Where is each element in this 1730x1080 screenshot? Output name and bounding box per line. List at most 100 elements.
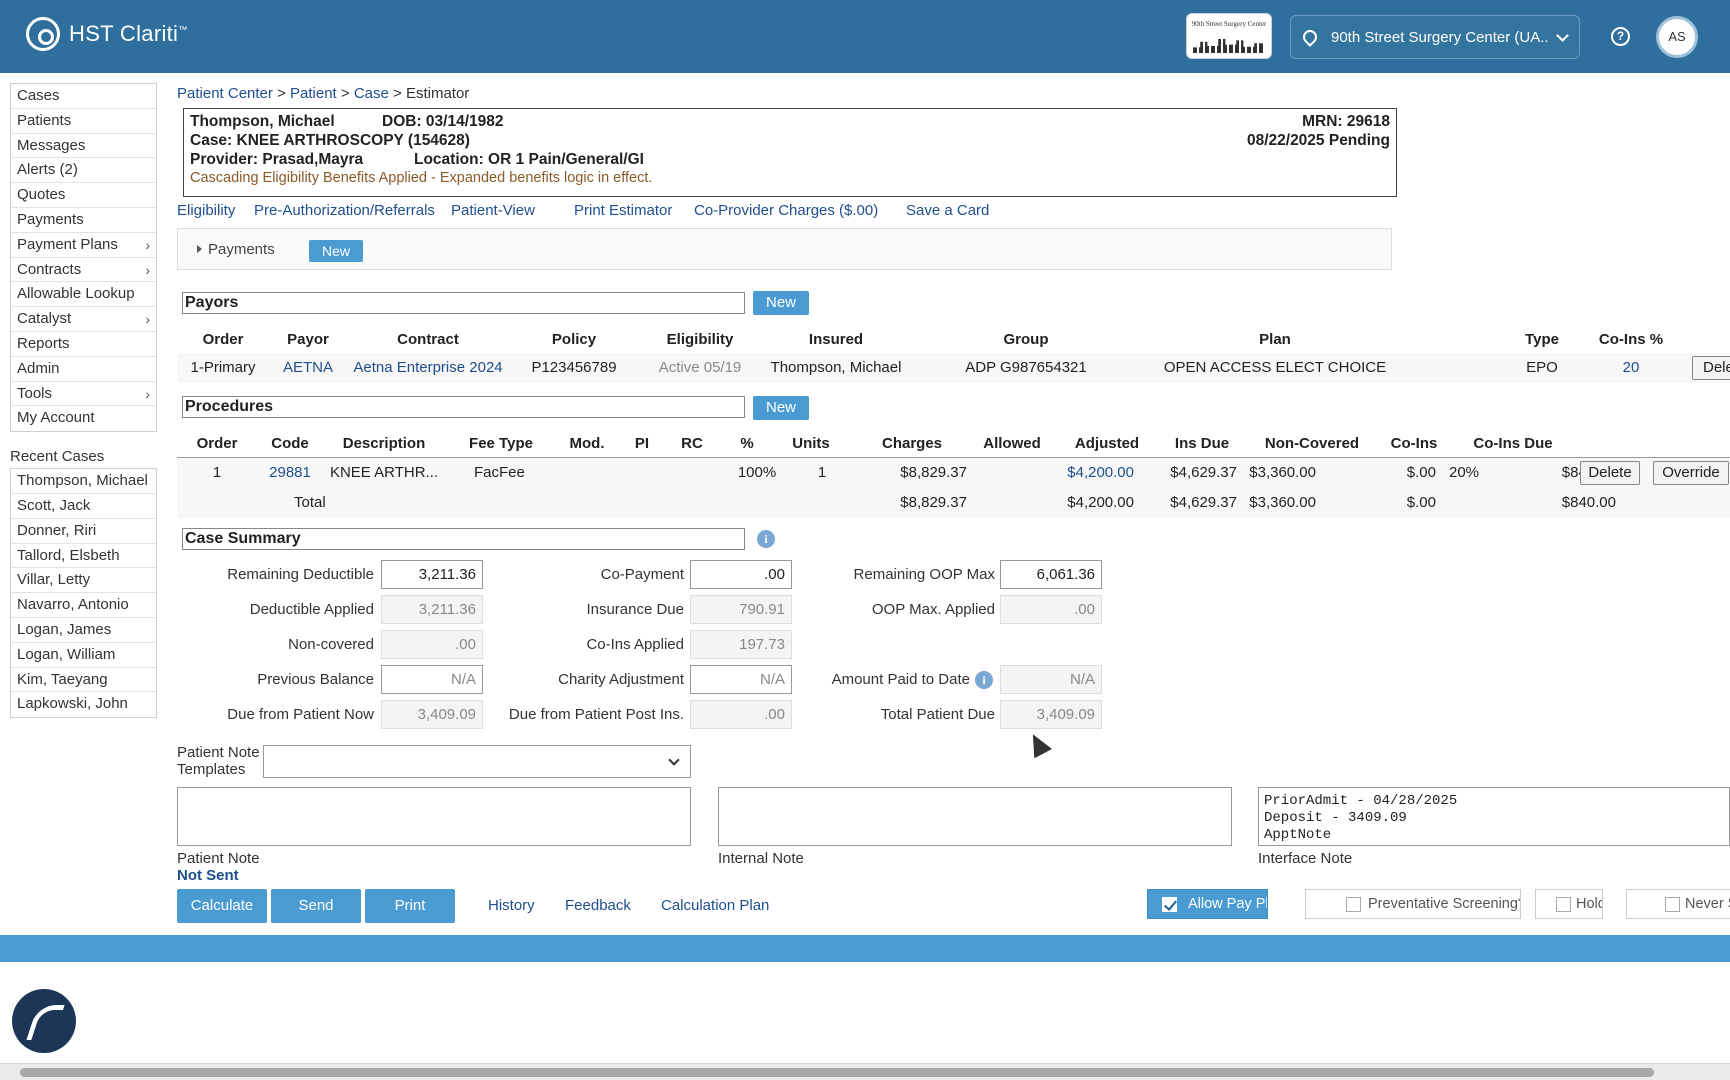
case-name: Case: KNEE ARTHROSCOPY (154628) [190,132,470,149]
case-date-status: 08/22/2025 Pending [1246,132,1390,149]
col-insured: Insured [808,331,864,348]
history-link[interactable]: History [488,897,535,914]
payor-row[interactable]: 1-Primary AETNA Aetna Enterprise 2024 P1… [177,353,1730,383]
remaining-oop-label: Remaining OOP Max [853,566,995,583]
recent-case-item[interactable]: Logan, James [11,618,156,643]
procedures-title: Procedures [182,396,745,418]
calculate-button[interactable]: Calculate [177,889,267,923]
recent-case-item[interactable]: Tallord, Elsbeth [11,544,156,569]
link-print-estimator[interactable]: Print Estimator [574,202,672,219]
calculation-plan-link[interactable]: Calculation Plan [661,897,769,914]
sidebar-item-allowable-lookup[interactable]: Allowable Lookup [11,282,156,308]
col-group: Group [1003,331,1049,348]
recent-case-item[interactable]: Logan, William [11,643,156,668]
previous-balance-input[interactable]: N/A [381,665,483,694]
send-button[interactable]: Send [271,889,361,923]
sidebar-item-admin[interactable]: Admin [11,357,156,382]
sidebar-item-alerts-2[interactable]: Alerts (2) [11,158,156,184]
sidebar-item-patients[interactable]: Patients [11,109,156,134]
remaining-deductible-input[interactable]: 3,211.36 [381,560,483,589]
proc-code-link[interactable]: 29881 [257,458,323,487]
interface-note-textarea[interactable]: PriorAdmit - 04/28/2025 Deposit - 3409.0… [1258,787,1730,846]
breadcrumb-sep: > [340,85,350,102]
recent-case-item[interactable]: Villar, Letty [11,568,156,594]
col-coins-due: Co-Ins Due [1473,435,1553,452]
payor-name-link[interactable]: AETNA [269,353,347,382]
eligibility-warning: Cascading Eligibility Benefits Applied -… [190,170,653,186]
app-logo[interactable]: HST Clariti™ [26,17,188,51]
link-save-card[interactable]: Save a Card [906,202,989,219]
recent-case-item[interactable]: Donner, Riri [11,519,156,544]
payors-title: Payors [182,292,745,314]
new-procedure-button[interactable]: New [753,396,809,420]
sidebar-item-contracts[interactable]: Contracts › [11,258,156,283]
location: Location: OR 1 Pain/General/GI [414,151,644,168]
user-avatar[interactable]: AS [1656,16,1698,58]
preventative-screening-toggle[interactable]: Preventative Screening? [1305,889,1521,919]
sidebar-item-label: Reports [17,334,70,352]
link-co-provider-charges[interactable]: Co-Provider Charges ($.00) [694,202,878,219]
print-button[interactable]: Print [365,889,455,923]
due-now-field: 3,409.09 [381,700,483,729]
link-patient-view[interactable]: Patient-View [451,202,535,219]
checkbox-icon [1556,897,1571,912]
breadcrumb-patient[interactable]: Patient [290,85,337,102]
payor-contract-link[interactable]: Aetna Enterprise 2024 [347,353,509,382]
payments-label[interactable]: Payments [208,241,275,258]
sidebar-item-tools[interactable]: Tools › [11,382,156,407]
delete-payor-button[interactable]: Delete [1692,356,1730,380]
breadcrumb-case[interactable]: Case [354,85,389,102]
recent-case-item[interactable]: Navarro, Antonio [11,593,156,618]
sidebar-item-catalyst[interactable]: Catalyst › [11,307,156,332]
breadcrumb-patient-center[interactable]: Patient Center [177,85,273,102]
assistant-chat-icon[interactable] [12,989,76,1053]
never-label: Never S [1685,896,1730,912]
internal-note-textarea[interactable] [718,787,1232,846]
allow-pay-plan-toggle[interactable]: Allow Pay Plan? [1147,889,1268,919]
co-payment-input[interactable]: .00 [690,560,792,589]
note-template-select[interactable] [263,745,691,778]
sidebar-item-label: Allowable Lookup [17,285,135,303]
recent-case-item[interactable]: Thompson, Michael [11,469,156,494]
col-contract: Contract [397,331,459,348]
sidebar-item-payment-plans[interactable]: Payment Plans › [11,233,156,258]
recent-case-item[interactable]: Kim, Taeyang [11,668,156,693]
remaining-oop-input[interactable]: 6,061.36 [1000,560,1102,589]
info-icon[interactable]: i [757,530,775,548]
location-selector[interactable]: 90th Street Surgery Center (UA... [1290,15,1580,59]
sidebar-item-reports[interactable]: Reports [11,332,156,357]
scrollbar-thumb[interactable] [20,1068,1654,1077]
hold-toggle[interactable]: Hold [1535,889,1603,919]
new-payment-button[interactable]: New [309,240,363,262]
procedure-row[interactable]: 1 29881 KNEE ARTHR... FacFee 100% 1 $8,8… [177,458,1730,488]
recent-case-item[interactable]: Scott, Jack [11,494,156,519]
link-preauth[interactable]: Pre-Authorization/Referrals [254,202,435,219]
sidebar-item-cases[interactable]: Cases [11,84,156,109]
link-eligibility[interactable]: Eligibility [177,202,235,219]
patient-note-textarea[interactable] [177,787,691,846]
paid-info-icon[interactable]: i [975,671,993,689]
sidebar-item-payments[interactable]: Payments [11,208,156,233]
payor-coins-link[interactable]: 20 [1577,353,1685,382]
sidebar-item-quotes[interactable]: Quotes [11,183,156,208]
override-button[interactable]: Override [1653,461,1729,485]
trademark: ™ [178,24,188,35]
expand-triangle-icon[interactable] [197,245,202,253]
recent-case-item[interactable]: Lapkowski, John [11,692,156,717]
case-summary-title: Case Summary [182,528,745,550]
never-toggle[interactable]: Never S [1626,889,1730,919]
provider: Provider: Prasad,Mayra [190,151,364,168]
location-name: 90th Street Surgery Center (UA... [1331,28,1550,46]
top-bar: HST Clariti™ 90th Street Surgery Center … [0,0,1730,73]
horizontal-scrollbar[interactable] [0,1063,1730,1080]
proc-order: 1 [212,464,222,481]
previous-balance-label: Previous Balance [257,671,374,688]
sidebar-item-my-account[interactable]: My Account [11,406,156,431]
sidebar-item-messages[interactable]: Messages [11,134,156,159]
delete-procedure-button[interactable]: Delete [1580,461,1640,485]
help-icon[interactable]: ? [1611,27,1630,46]
charity-input[interactable]: N/A [690,665,792,694]
feedback-link[interactable]: Feedback [565,897,631,914]
new-payor-button[interactable]: New [753,291,809,315]
col-units: Units [792,435,830,452]
